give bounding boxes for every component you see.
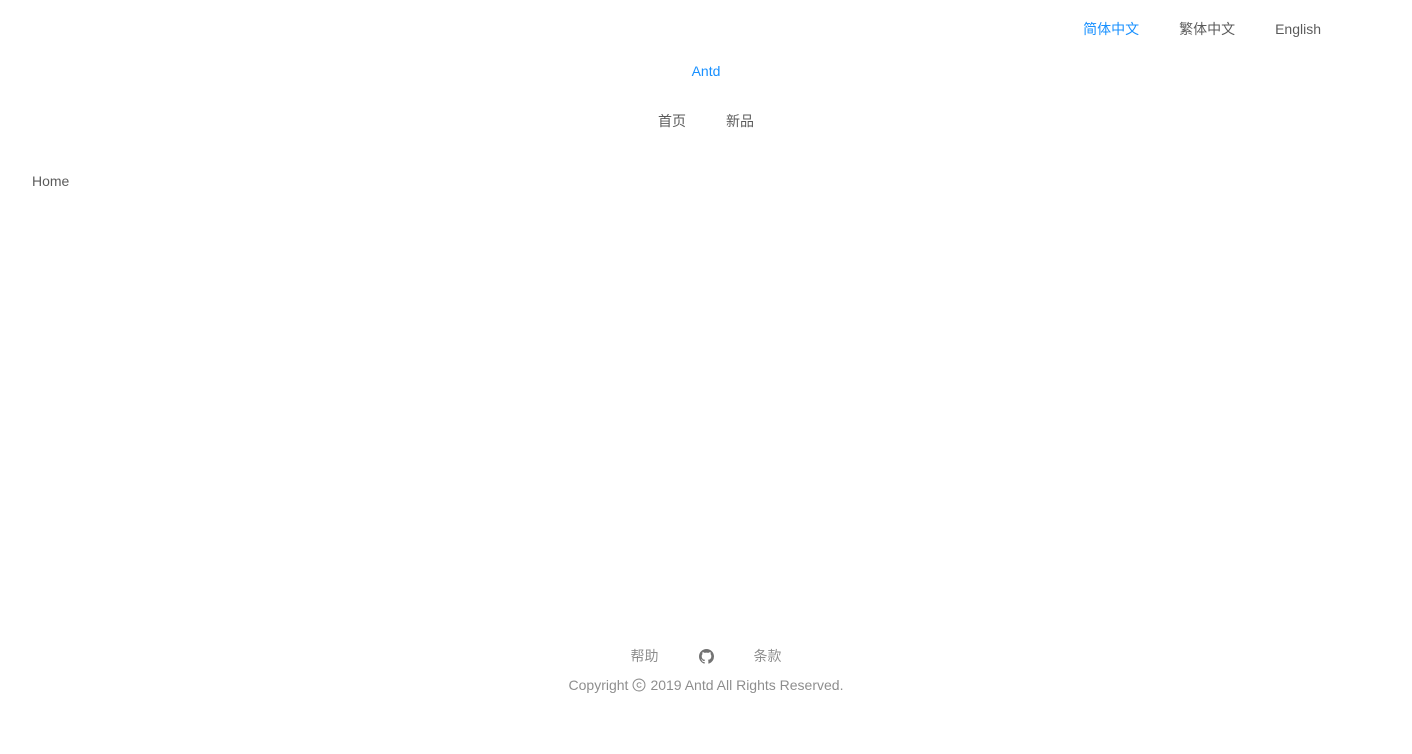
lang-simplified-chinese[interactable]: 简体中文	[1083, 19, 1139, 39]
copyright-text: 2019 Antd All Rights Reserved.	[650, 677, 844, 693]
copyright-icon	[632, 678, 646, 692]
breadcrumb-item-home[interactable]: Home	[32, 173, 69, 189]
page: 简体中文 繁体中文 English Antd 首页 新品 Home 帮助 条款 …	[0, 0, 1412, 754]
copyright-prefix: Copyright	[568, 677, 629, 693]
footer-link-terms[interactable]: 条款	[754, 645, 782, 667]
lang-english[interactable]: English	[1275, 21, 1321, 37]
language-switcher: 简体中文 繁体中文 English	[1083, 18, 1321, 40]
main-nav: 首页 新品	[0, 110, 1412, 132]
nav-item-home[interactable]: 首页	[658, 110, 686, 132]
nav-item-new-products[interactable]: 新品	[726, 110, 754, 132]
github-icon[interactable]	[698, 648, 714, 664]
footer: 帮助 条款 Copyright 2019 Antd All Rights Res…	[0, 645, 1412, 696]
footer-link-help[interactable]: 帮助	[631, 645, 659, 667]
copyright: Copyright 2019 Antd All Rights Reserved.	[0, 674, 1412, 696]
breadcrumb: Home	[32, 170, 69, 192]
lang-traditional-chinese[interactable]: 繁体中文	[1179, 19, 1235, 39]
brand: Antd	[0, 60, 1412, 82]
brand-link[interactable]: Antd	[692, 63, 721, 79]
footer-links: 帮助 条款	[0, 645, 1412, 667]
